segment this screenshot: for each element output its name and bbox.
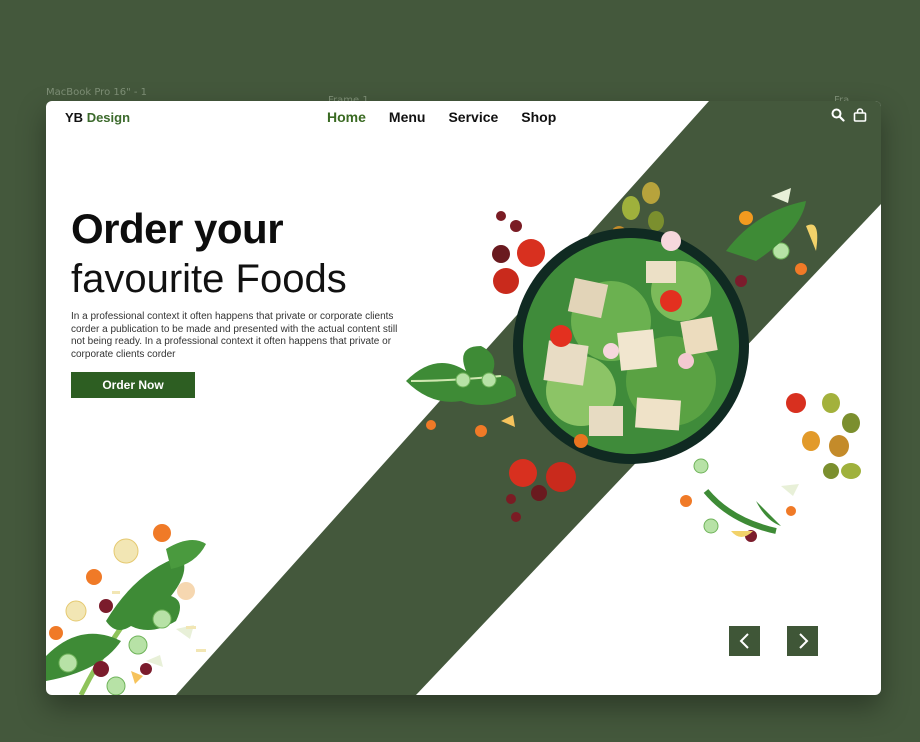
order-now-button[interactable]: Order Now bbox=[71, 372, 195, 398]
nav-menu[interactable]: Menu bbox=[389, 109, 426, 125]
main-nav: Home Menu Service Shop bbox=[327, 109, 579, 125]
brand-logo[interactable]: YB Design bbox=[65, 110, 130, 125]
nav-service[interactable]: Service bbox=[448, 109, 498, 125]
brand-prefix: YB bbox=[65, 110, 84, 125]
kale-veggies-image bbox=[46, 524, 206, 695]
landing-page-frame: YB Design Home Menu Service Shop Order y… bbox=[46, 101, 881, 695]
carousel-next-button[interactable] bbox=[787, 626, 818, 656]
hero-description: In a professional context it often happe… bbox=[71, 311, 398, 360]
brand-suffix: Design bbox=[86, 110, 131, 125]
carousel-prev-button[interactable] bbox=[729, 626, 760, 656]
salad-bowl-image bbox=[406, 182, 861, 542]
hero-title-line2: favourite Foods bbox=[71, 257, 347, 301]
shopping-bag-icon[interactable] bbox=[853, 108, 867, 122]
chevron-right-icon bbox=[798, 633, 808, 649]
chevron-left-icon bbox=[739, 633, 749, 649]
search-icon[interactable] bbox=[831, 108, 845, 122]
nav-shop[interactable]: Shop bbox=[521, 109, 556, 125]
frame-label-device: MacBook Pro 16" - 1 bbox=[46, 87, 148, 98]
hero-title-line1: Order your bbox=[71, 205, 284, 252]
nav-home[interactable]: Home bbox=[327, 109, 366, 125]
